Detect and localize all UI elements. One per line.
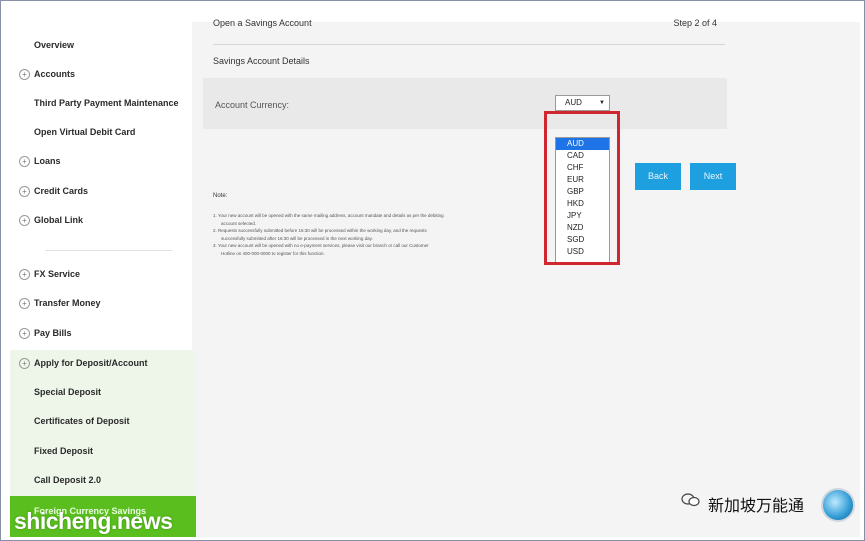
sidebar-item-label: Apply for Deposit/Account bbox=[34, 358, 148, 368]
currency-select[interactable]: AUD ▼ bbox=[555, 95, 610, 111]
sidebar-item-label: Call Deposit 2.0 bbox=[34, 475, 102, 485]
sidebar-item-label: Transfer Money bbox=[34, 298, 101, 308]
sidebar-item[interactable]: Call Deposit 2.0 bbox=[10, 466, 192, 495]
sidebar-item-label: Special Deposit bbox=[34, 387, 102, 397]
expand-icon: + bbox=[19, 358, 30, 369]
sidebar-item[interactable]: Open Virtual Debit Card bbox=[10, 118, 192, 147]
expand-icon: + bbox=[19, 298, 30, 309]
watermark-site: shicheng.news bbox=[14, 508, 173, 534]
next-button[interactable]: Next bbox=[690, 163, 736, 190]
sidebar-item-label: Global Link bbox=[34, 215, 84, 225]
form-header: Open a Savings Account Step 2 of 4 bbox=[213, 18, 725, 45]
sidebar-item[interactable]: + Apply for Deposit/Account bbox=[10, 349, 192, 378]
section-title: Savings Account Details bbox=[213, 56, 310, 66]
sidebar-item-label: Fixed Deposit bbox=[34, 446, 94, 456]
note-line: successfully submitted after 16:30 will … bbox=[221, 235, 373, 241]
expand-icon: + bbox=[19, 215, 30, 226]
sidebar-item[interactable]: + Pay Bills bbox=[10, 319, 192, 348]
sidebar: Overview + Accounts Third Party Payment Mai… bbox=[10, 22, 196, 537]
currency-field-row: Account Currency: AUD ▼ bbox=[203, 78, 727, 129]
page-title: Open a Savings Account bbox=[213, 18, 312, 28]
sidebar-item[interactable]: + Transfer Money bbox=[10, 289, 192, 318]
sidebar-item-label: Overview bbox=[34, 40, 75, 50]
sidebar-item[interactable]: + Global Link bbox=[10, 206, 192, 235]
note-line: 2. Requests successfully submitted befor… bbox=[213, 228, 427, 233]
currency-select-value: AUD bbox=[565, 98, 582, 107]
sidebar-item-label: Third Party Payment Maintenance bbox=[34, 98, 179, 108]
sidebar-item[interactable]: Special Deposit bbox=[10, 378, 192, 407]
sidebar-item[interactable]: Overview bbox=[10, 31, 192, 60]
note-line: account selected. bbox=[221, 220, 257, 226]
expand-icon: + bbox=[19, 328, 30, 339]
sidebar-item-label: Accounts bbox=[34, 69, 76, 79]
sidebar-item[interactable]: + Credit Cards bbox=[10, 177, 192, 206]
sidebar-item-label: Credit Cards bbox=[34, 186, 89, 196]
chevron-down-icon: ▼ bbox=[599, 100, 605, 106]
sidebar-item[interactable]: + Accounts bbox=[10, 60, 192, 89]
sidebar-item[interactable]: + Loans bbox=[10, 147, 192, 176]
sidebar-item[interactable]: Fixed Deposit bbox=[10, 437, 192, 466]
sidebar-item-label: Loans bbox=[34, 156, 61, 166]
sidebar-item-label: FX Service bbox=[34, 269, 81, 279]
globe-logo bbox=[821, 488, 855, 522]
back-button[interactable]: Back bbox=[635, 163, 681, 190]
note-line: 3. Your new account will be opened with … bbox=[213, 243, 429, 248]
note-line: Hotline on 400-000-0000 to register for … bbox=[221, 250, 325, 256]
sidebar-item[interactable]: Third Party Payment Maintenance bbox=[10, 89, 192, 118]
watermark-brand: 新加坡万能通 bbox=[708, 498, 805, 515]
sidebar-item-label: Certificates of Deposit bbox=[34, 416, 130, 426]
sidebar-divider bbox=[45, 250, 172, 251]
expand-icon: + bbox=[19, 69, 30, 80]
sidebar-item-label: Open Virtual Debit Card bbox=[34, 127, 136, 137]
highlight-box bbox=[544, 111, 620, 265]
expand-icon: + bbox=[19, 186, 30, 197]
wechat-icon bbox=[681, 493, 700, 507]
sidebar-item-label: Pay Bills bbox=[34, 328, 72, 338]
currency-field-label: Account Currency: bbox=[215, 100, 290, 110]
note-line: 1. Your new account will be opened with … bbox=[213, 213, 444, 218]
expand-icon: + bbox=[19, 269, 30, 280]
sidebar-item[interactable]: + FX Service bbox=[10, 260, 192, 289]
sidebar-item[interactable]: Certificates of Deposit bbox=[10, 407, 192, 436]
note-text: 1. Your new account will be opened with … bbox=[213, 212, 543, 257]
step-indicator: Step 2 of 4 bbox=[673, 18, 717, 28]
note-title: Note: bbox=[213, 193, 228, 199]
expand-icon: + bbox=[19, 156, 30, 167]
